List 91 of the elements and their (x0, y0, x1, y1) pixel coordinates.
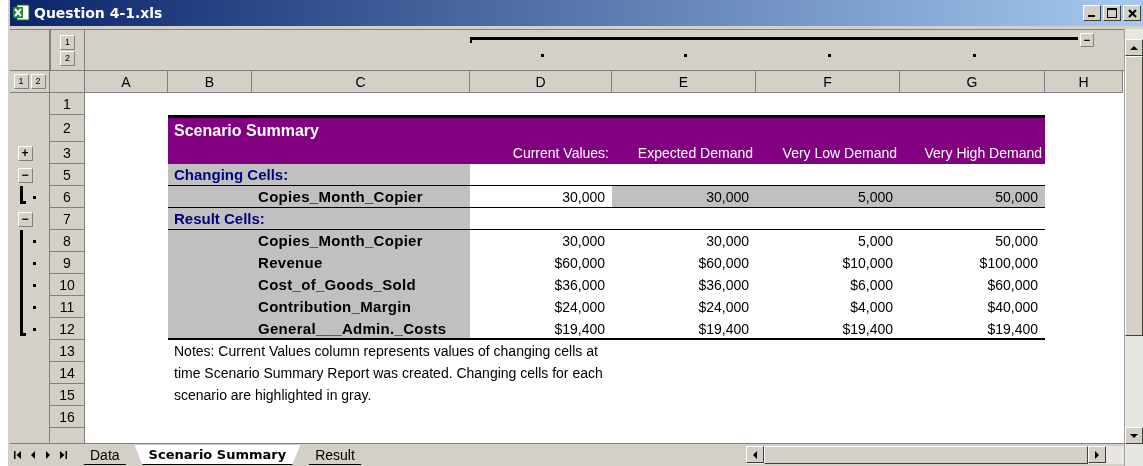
table-cell-text: $24,000 (697, 298, 750, 317)
collapse-button[interactable]: − (1080, 33, 1094, 47)
table-cell-text: $10,000 (841, 254, 894, 273)
maximize-button[interactable] (1103, 5, 1121, 21)
row-header[interactable]: 12 (50, 318, 85, 340)
scroll-thumb[interactable] (1125, 56, 1143, 336)
row-header[interactable]: 11 (50, 296, 85, 318)
outline-bracket (20, 186, 26, 204)
scroll-up-button[interactable] (1125, 39, 1143, 56)
vertical-scrollbar[interactable] (1124, 29, 1143, 466)
row-header[interactable]: 1 (50, 93, 85, 115)
column-heading: Very High Demand (900, 142, 1045, 164)
close-button[interactable] (1123, 5, 1141, 21)
table-cell: $19,400 (470, 318, 612, 340)
first-sheet-icon[interactable] (13, 451, 22, 459)
row-header[interactable]: 10 (50, 274, 85, 296)
table-cell: $19,400 (612, 318, 756, 340)
table-cell-text: $36,000 (697, 276, 750, 295)
table-cell-text: $60,000 (986, 276, 1039, 295)
scroll-left-button[interactable] (746, 446, 764, 463)
column-header[interactable]: H (1045, 71, 1123, 93)
table-cell-text: $24,000 (553, 298, 606, 317)
column-header[interactable]: C (252, 71, 470, 93)
column-heading: Current Values: (470, 142, 612, 164)
table-cell-text: 30,000 (561, 232, 606, 251)
table-cell-text: 30,000 (705, 232, 750, 251)
outline-level-button[interactable]: 1 (13, 74, 29, 89)
table-cell-text: $36,000 (553, 276, 606, 295)
table-cell: $19,400 (756, 318, 900, 340)
sheet-tab[interactable]: Scenario Summary (134, 445, 301, 465)
outline-level-button[interactable]: 2 (60, 50, 75, 66)
row-header[interactable]: 2 (50, 115, 85, 142)
table-cell-text: $100,000 (978, 254, 1039, 273)
outline-level-button[interactable]: 2 (30, 74, 46, 89)
table-cell-text: $60,000 (553, 254, 606, 273)
row-label: Revenue (168, 252, 470, 274)
table-cell-text: $60,000 (697, 254, 750, 273)
column-header[interactable]: G (900, 71, 1045, 93)
column-header[interactable]: E (612, 71, 756, 93)
table-cell-text: $4,000 (849, 298, 894, 317)
row-header[interactable]: 3 (50, 142, 85, 164)
note-text: Notes: Current Values column represents values of changing cells at (173, 342, 599, 361)
next-sheet-icon[interactable] (44, 451, 51, 459)
row-label: Cost_of_Goods_Sold (168, 274, 470, 296)
note-text: time Scenario Summary Report was created. Changing cells for each (173, 364, 604, 383)
row-header[interactable]: 15 (50, 384, 85, 406)
column-header[interactable]: B (168, 71, 252, 93)
minimize-button[interactable] (1083, 5, 1101, 21)
row-header[interactable]: 6 (50, 186, 85, 208)
summary-title: Scenario Summary (168, 115, 1045, 142)
last-sheet-icon[interactable] (58, 451, 67, 459)
select-all-corner[interactable] (50, 71, 85, 93)
down-arrow-icon (1130, 432, 1138, 439)
row-header[interactable]: 7 (50, 208, 85, 230)
right-arrow-icon (1094, 450, 1100, 459)
table-cell: 30,000 (612, 186, 756, 208)
row-header[interactable]: 8 (50, 230, 85, 252)
spreadsheet-icon (12, 4, 30, 22)
row-header[interactable]: 14 (50, 362, 85, 384)
row-header[interactable]: 13 (50, 340, 85, 362)
column-heading: Very Low Demand (756, 142, 900, 164)
window-title: Question 4-1.xls (34, 5, 164, 21)
close-icon (1127, 8, 1137, 18)
row-label: Contribution_Margin (168, 296, 470, 318)
table-cell-text: $40,000 (986, 298, 1039, 317)
up-arrow-icon (1130, 44, 1138, 51)
row-label: General___Admin._Costs (168, 318, 470, 340)
table-cell-text: $6,000 (849, 276, 894, 295)
table-cell: $19,400 (900, 318, 1045, 340)
column-heading: Expected Demand (612, 142, 756, 164)
note-text: scenario are highlighted in gray. (173, 386, 373, 405)
table-cell-text: 50,000 (994, 232, 1039, 251)
section-heading: Changing Cells: (168, 164, 470, 186)
row-header[interactable]: 5 (50, 164, 85, 186)
column-header[interactable]: D (470, 71, 612, 93)
table-cell-text: 5,000 (856, 232, 894, 251)
row-label: Copies_Month_Copier (168, 186, 470, 208)
left-arrow-icon (752, 450, 758, 459)
table-cell: 5,000 (756, 186, 900, 208)
row-label: Copies_Month_Copier (168, 230, 470, 252)
maximize-icon (1107, 8, 1117, 18)
column-header[interactable]: A (85, 71, 168, 93)
section-heading: Result Cells: (168, 208, 470, 230)
outline-level-button[interactable]: 1 (60, 34, 75, 50)
column-header[interactable]: F (756, 71, 900, 93)
scroll-down-button[interactable] (1125, 427, 1143, 444)
previous-sheet-icon[interactable] (29, 451, 36, 459)
row-header[interactable]: 9 (50, 252, 85, 274)
row-header[interactable]: 16 (50, 406, 85, 428)
scroll-right-button[interactable] (1088, 446, 1106, 463)
table-cell: 50,000 (900, 186, 1045, 208)
